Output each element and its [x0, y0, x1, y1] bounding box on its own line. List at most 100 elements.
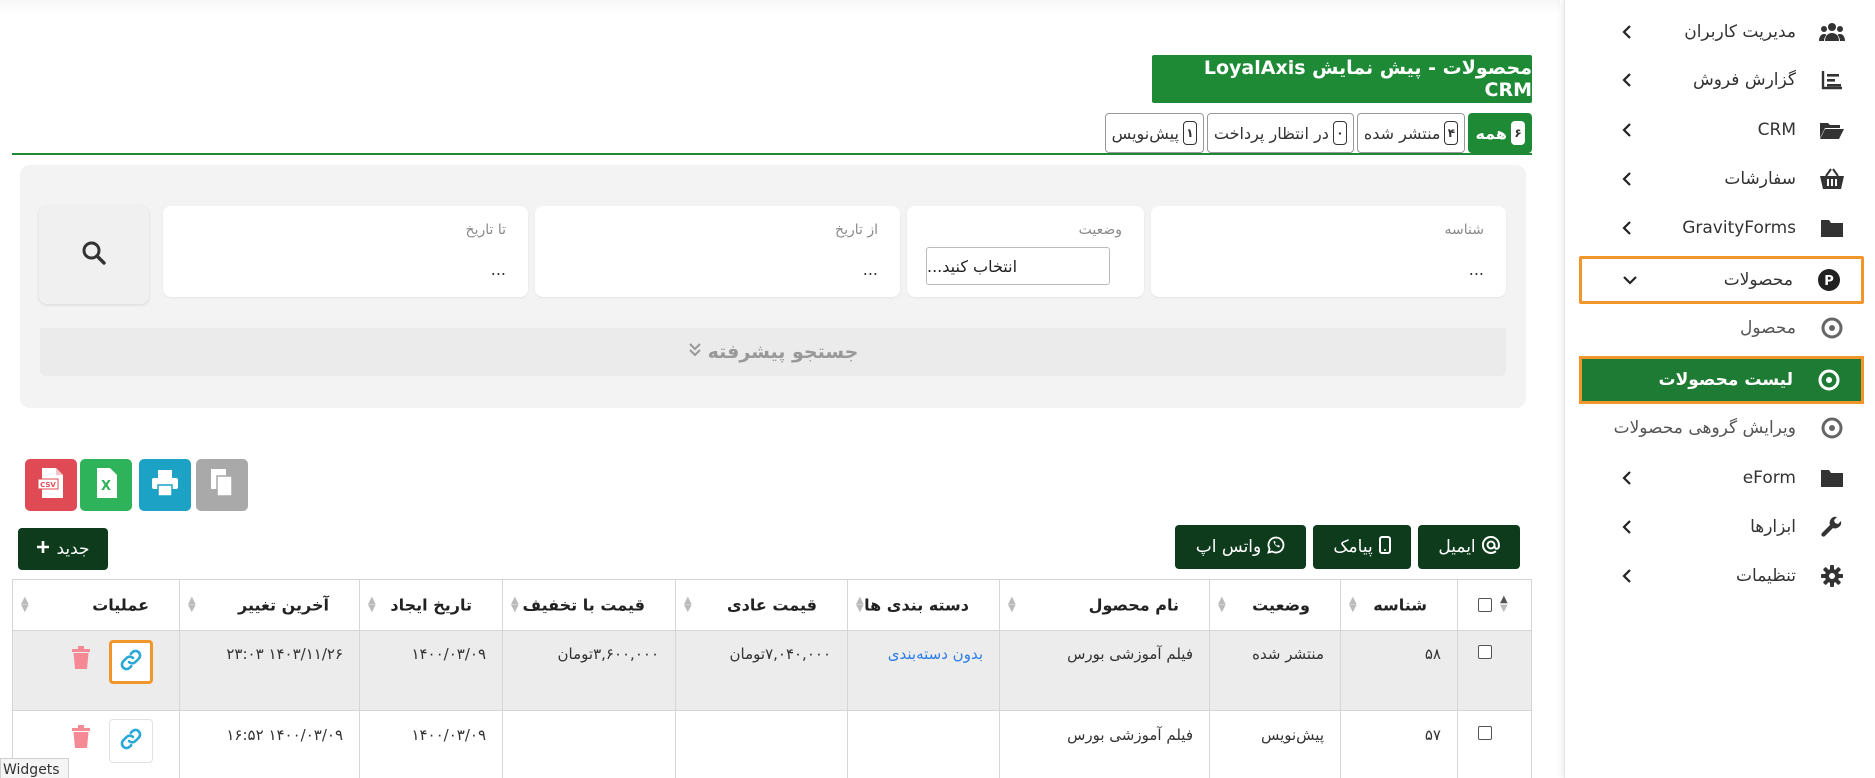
sidebar-subitem-bulk-edit[interactable]: ویرایش گروهی محصولات: [1579, 406, 1864, 450]
sidebar-item-label: CRM: [1757, 120, 1796, 140]
sidebar-item-label: مدیریت کاربران: [1684, 22, 1796, 42]
svg-text:CSV: CSV: [40, 481, 56, 489]
tab-count: ۴: [1444, 121, 1459, 145]
tab-label: در انتظار پرداخت: [1213, 123, 1329, 143]
sidebar-item-label: محصول: [1740, 318, 1796, 338]
sidebar-item-label: محصولات: [1723, 270, 1793, 290]
cell-created: ۱۴۰۰/۰۳/۰۹: [359, 631, 502, 710]
status-select[interactable]: انتخاب کنید...: [926, 247, 1110, 285]
table-header-row: ▲ ▼ شناسه ▲ ▼ وضعیت ▲ ▼ نام محصول ▲ ▼ دسته بندی…: [12, 579, 1532, 631]
cell-text: ۱۴۰۰/۰۳/۰۹: [411, 645, 486, 663]
sidebar-item-label: ابزارها: [1750, 517, 1796, 537]
category-link[interactable]: بدون دسته‌بندی: [888, 645, 983, 663]
row-checkbox[interactable]: [1478, 645, 1492, 659]
delete-button[interactable]: [66, 722, 96, 756]
filter-label: وضعیت: [1078, 222, 1122, 238]
row-select-cell: [1457, 711, 1533, 778]
table-row[interactable]: ۵۷ پیش‌نویس فیلم آموزشی بورس ۱۴۰۰/۰۳/۰۹ …: [12, 711, 1532, 778]
cell-id: ۵۷: [1340, 711, 1457, 778]
filter-value: ...: [1468, 260, 1484, 279]
column-header-status[interactable]: وضعیت ▲ ▼: [1209, 580, 1340, 630]
filter-value: ...: [862, 260, 878, 279]
sidebar-item-eform[interactable]: eForm: [1579, 456, 1864, 500]
tab-published[interactable]: منتشر شده ۴: [1356, 113, 1466, 153]
chevron-left-icon: [1619, 171, 1635, 187]
column-header-modified[interactable]: آخرین تغییر ▲ ▼: [179, 580, 359, 630]
export-excel-button[interactable]: X: [80, 459, 132, 511]
sidebar-item-label: GravityForms: [1682, 218, 1796, 238]
cell-created: ۱۴۰۰/۰۳/۰۹: [359, 711, 502, 778]
column-header-regular-price[interactable]: قیمت عادی ▲ ▼: [675, 580, 847, 630]
column-label: آخرین تغییر: [238, 595, 329, 615]
sidebar-item-sales-report[interactable]: گزارش فروش: [1579, 58, 1864, 102]
column-label: نام محصول: [1088, 595, 1179, 615]
cell-status: پیش‌نویس: [1209, 711, 1340, 778]
table-row[interactable]: ۵۸ منتشر شده فیلم آموزشی بورس بدون دسته‌…: [12, 631, 1532, 711]
tab-draft[interactable]: پیش‌نویس ۱: [1104, 113, 1204, 153]
cell-text: فیلم آموزشی بورس: [1067, 726, 1193, 744]
copy-icon: [210, 468, 234, 502]
column-header-created[interactable]: تاریخ ایجاد ▲ ▼: [359, 580, 502, 630]
sidebar-item-gravityforms[interactable]: GravityForms: [1579, 206, 1864, 250]
column-label: شناسه: [1373, 595, 1427, 615]
sidebar-item-orders[interactable]: سفارشات: [1579, 157, 1864, 201]
tab-label: منتشر شده: [1363, 123, 1441, 143]
advanced-search-toggle[interactable]: جستجو پیشرفته: [40, 328, 1506, 376]
whatsapp-icon: [1267, 536, 1285, 559]
cell-text: ۱۴۰۳/۱۱/۲۶ ۲۳:۰۳: [226, 645, 343, 663]
sidebar-subitem-product[interactable]: محصول: [1579, 306, 1864, 350]
cell-regular-price: ۷,۰۴۰,۰۰۰تومان: [675, 631, 847, 710]
id-filter-field[interactable]: شناسه ...: [1151, 206, 1506, 297]
chevron-left-icon: [1619, 24, 1635, 40]
export-csv-button[interactable]: CSV: [25, 459, 77, 511]
advanced-search-label: جستجو پیشرفته: [707, 341, 859, 363]
basket-icon: [1818, 165, 1846, 193]
to-date-field[interactable]: تا تاریخ ...: [163, 206, 528, 297]
sort-icon[interactable]: ▲ ▼: [1500, 595, 1508, 614]
status-tabs: همه ۶ منتشر شده ۴ در انتظار پرداخت ۰ پیش…: [1104, 113, 1532, 153]
link-button[interactable]: [109, 640, 153, 684]
delete-button[interactable]: [66, 643, 96, 677]
column-header-operations[interactable]: عملیات ▲ ▼: [13, 580, 179, 630]
sort-icon: ▲ ▼: [21, 595, 29, 614]
trash-icon: [71, 646, 91, 674]
sort-icon: ▲ ▼: [684, 595, 692, 614]
excel-file-icon: X: [92, 467, 120, 503]
folder-open-icon: [1818, 116, 1846, 144]
column-header-categories[interactable]: دسته بندی ها ▲ ▼: [847, 580, 999, 630]
select-all-checkbox[interactable]: [1478, 598, 1492, 612]
tab-all[interactable]: همه ۶: [1468, 113, 1532, 153]
copy-button[interactable]: [196, 459, 248, 511]
row-checkbox[interactable]: [1478, 726, 1492, 740]
cell-sale-price: ۳,۶۰۰,۰۰۰تومان: [502, 631, 675, 710]
tab-pending-payment[interactable]: در انتظار پرداخت ۰: [1206, 113, 1354, 153]
email-button[interactable]: ایمیل: [1418, 525, 1520, 569]
csv-file-icon: CSV: [36, 467, 66, 503]
chevron-left-icon: [1619, 519, 1635, 535]
link-button[interactable]: [109, 719, 153, 763]
sidebar-item-crm[interactable]: CRM: [1579, 108, 1864, 152]
column-header-name[interactable]: نام محصول ▲ ▼: [999, 580, 1209, 630]
sidebar-subitem-product-list[interactable]: لیست محصولات: [1579, 356, 1864, 404]
whatsapp-button[interactable]: واتس اپ: [1175, 525, 1306, 569]
sidebar-item-tools[interactable]: ابزارها: [1579, 505, 1864, 549]
column-header-sale-price[interactable]: قیمت با تخفیف ▲ ▼: [502, 580, 675, 630]
cell-id: ۵۸: [1340, 631, 1457, 710]
sidebar-item-users[interactable]: مدیریت کاربران: [1579, 10, 1864, 54]
print-button[interactable]: [139, 459, 191, 511]
sms-button[interactable]: پیامک: [1313, 525, 1411, 569]
from-date-field[interactable]: از تاریخ ...: [535, 206, 900, 297]
trash-icon: [71, 725, 91, 753]
column-label: دسته بندی ها: [864, 595, 969, 615]
top-strip: [0, 0, 1560, 14]
whatsapp-button-label: واتس اپ: [1195, 537, 1262, 557]
sort-icon: ▲ ▼: [1008, 595, 1016, 614]
sidebar-item-products[interactable]: P محصولات: [1579, 256, 1864, 304]
sidebar-item-settings[interactable]: تنظیمات: [1579, 554, 1864, 598]
double-chevron-down-icon: [688, 341, 702, 363]
new-product-button[interactable]: جدید: [18, 528, 108, 570]
search-button[interactable]: [39, 206, 149, 304]
column-header-id[interactable]: شناسه ▲ ▼: [1340, 580, 1457, 630]
sort-icon: ▲ ▼: [511, 595, 519, 614]
chevron-left-icon: [1619, 72, 1635, 88]
